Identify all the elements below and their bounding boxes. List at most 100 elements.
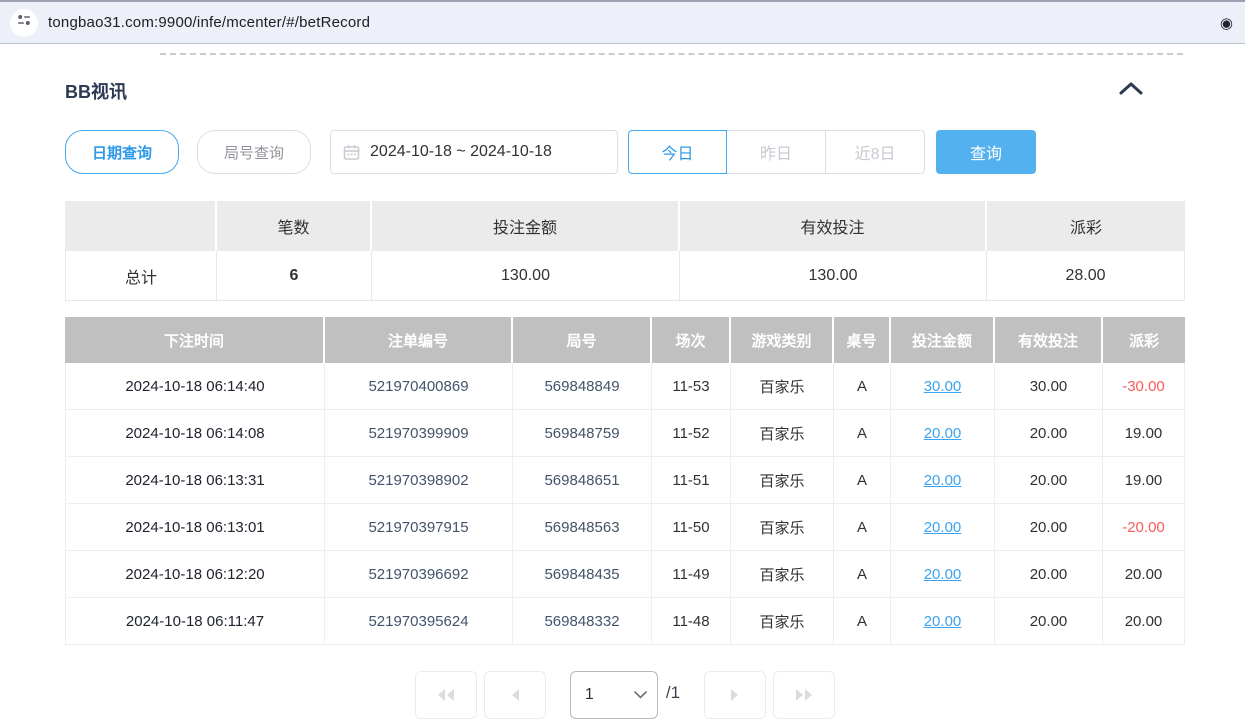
table-no-cell: A [834, 410, 891, 457]
round-no-cell: 569848651 [513, 457, 652, 504]
col-header-round-no: 局号 [513, 317, 652, 363]
session-cell: 11-48 [652, 598, 731, 645]
table-no-cell: A [834, 363, 891, 410]
bet-amount-link[interactable]: 20.00 [891, 410, 995, 457]
pagination: 1 /1 [65, 671, 1185, 719]
payout-cell: -20.00 [1103, 504, 1185, 551]
site-settings-button[interactable] [10, 9, 38, 37]
summary-header-count: 笔数 [217, 201, 372, 251]
round-no-cell: 569848332 [513, 598, 652, 645]
game-type-cell: 百家乐 [731, 504, 834, 551]
chevron-up-icon [1119, 82, 1143, 99]
session-cell: 11-49 [652, 551, 731, 598]
bet-time-cell: 2024-10-18 06:11:47 [65, 598, 325, 645]
table-row: 2024-10-18 06:12:20521970396692569848435… [65, 551, 1185, 598]
col-header-time: 下注时间 [65, 317, 325, 363]
col-header-table-no: 桌号 [834, 317, 891, 363]
table-no-cell: A [834, 598, 891, 645]
col-header-order-no: 注单编号 [325, 317, 513, 363]
payout-cell: 19.00 [1103, 457, 1185, 504]
round-query-tab[interactable]: 局号查询 [197, 130, 311, 174]
table-row: 2024-10-18 06:11:47521970395624569848332… [65, 598, 1185, 645]
collapse-section-button[interactable] [1117, 80, 1185, 102]
bet-time-cell: 2024-10-18 06:13:01 [65, 504, 325, 551]
table-row: 2024-10-18 06:14:40521970400869569848849… [65, 363, 1185, 410]
tune-icon [16, 12, 32, 33]
bet-record-page: tongbao31.com:9900/infe/mcenter/#/betRec… [0, 0, 1245, 720]
date-query-tab[interactable]: 日期查询 [65, 130, 179, 174]
quick-date-group: 今日 昨日 近8日 [628, 130, 925, 174]
chevron-down-icon [634, 686, 647, 704]
dashed-separator [160, 53, 1183, 55]
yesterday-button[interactable]: 昨日 [727, 130, 826, 174]
order-no-cell: 521970398902 [325, 457, 513, 504]
next-page-button[interactable] [704, 671, 766, 719]
valid-bet-cell: 20.00 [995, 457, 1103, 504]
page-select-value: 1 [585, 686, 634, 704]
summary-bet-amount: 130.00 [372, 251, 680, 301]
bet-amount-link[interactable]: 30.00 [891, 363, 995, 410]
date-range-value: 2024-10-18 ~ 2024-10-18 [370, 143, 552, 161]
payout-cell: 20.00 [1103, 598, 1185, 645]
bet-time-cell: 2024-10-18 06:14:40 [65, 363, 325, 410]
summary-payout: 28.00 [987, 251, 1185, 301]
game-type-cell: 百家乐 [731, 551, 834, 598]
chevron-left-icon [509, 688, 521, 702]
today-button[interactable]: 今日 [628, 130, 727, 174]
order-no-cell: 521970399909 [325, 410, 513, 457]
valid-bet-cell: 20.00 [995, 504, 1103, 551]
last-page-button[interactable] [773, 671, 835, 719]
browser-url-bar: tongbao31.com:9900/infe/mcenter/#/betRec… [0, 0, 1245, 44]
payout-cell: -30.00 [1103, 363, 1185, 410]
date-range-input[interactable]: 2024-10-18 ~ 2024-10-18 [330, 130, 618, 174]
valid-bet-cell: 20.00 [995, 598, 1103, 645]
target-icon[interactable]: ◉ [1220, 14, 1233, 32]
valid-bet-cell: 30.00 [995, 363, 1103, 410]
summary-header-empty [65, 201, 217, 251]
col-header-payout: 派彩 [1103, 317, 1185, 363]
order-no-cell: 521970396692 [325, 551, 513, 598]
payout-cell: 19.00 [1103, 410, 1185, 457]
double-chevron-left-icon [436, 688, 456, 702]
col-header-game: 游戏类别 [731, 317, 834, 363]
bet-amount-link[interactable]: 20.00 [891, 457, 995, 504]
total-pages-label: /1 [666, 683, 680, 703]
col-header-valid: 有效投注 [995, 317, 1103, 363]
summary-header-bet: 投注金额 [372, 201, 680, 251]
order-no-cell: 521970400869 [325, 363, 513, 410]
bet-amount-link[interactable]: 20.00 [891, 551, 995, 598]
prev-page-button[interactable] [484, 671, 546, 719]
summary-row-label: 总计 [65, 251, 217, 301]
valid-bet-cell: 20.00 [995, 551, 1103, 598]
session-cell: 11-51 [652, 457, 731, 504]
search-button[interactable]: 查询 [936, 130, 1036, 174]
session-cell: 11-53 [652, 363, 731, 410]
page-select[interactable]: 1 [570, 671, 658, 719]
order-no-cell: 521970395624 [325, 598, 513, 645]
last-8-days-button[interactable]: 近8日 [826, 130, 925, 174]
bet-amount-link[interactable]: 20.00 [891, 504, 995, 551]
game-type-cell: 百家乐 [731, 598, 834, 645]
bet-amount-link[interactable]: 20.00 [891, 598, 995, 645]
round-no-cell: 569848849 [513, 363, 652, 410]
bet-time-cell: 2024-10-18 06:13:31 [65, 457, 325, 504]
first-page-button[interactable] [415, 671, 477, 719]
valid-bet-cell: 20.00 [995, 410, 1103, 457]
summary-table: 笔数 投注金额 有效投注 派彩 总计 6 130.00 130.00 28.00 [65, 201, 1185, 301]
col-header-session: 场次 [652, 317, 731, 363]
table-no-cell: A [834, 457, 891, 504]
chevron-right-icon [729, 688, 741, 702]
game-type-cell: 百家乐 [731, 363, 834, 410]
session-cell: 11-52 [652, 410, 731, 457]
bet-time-cell: 2024-10-18 06:14:08 [65, 410, 325, 457]
bet-record-table: 下注时间 注单编号 局号 场次 游戏类别 桌号 投注金额 有效投注 派彩 202… [65, 317, 1185, 645]
col-header-bet: 投注金额 [891, 317, 995, 363]
table-row: 2024-10-18 06:14:08521970399909569848759… [65, 410, 1185, 457]
url-text[interactable]: tongbao31.com:9900/infe/mcenter/#/betRec… [48, 14, 1220, 31]
payout-cell: 20.00 [1103, 551, 1185, 598]
summary-header-payout: 派彩 [987, 201, 1185, 251]
summary-count: 6 [217, 251, 372, 301]
order-no-cell: 521970397915 [325, 504, 513, 551]
round-no-cell: 569848563 [513, 504, 652, 551]
summary-header-valid: 有效投注 [680, 201, 987, 251]
